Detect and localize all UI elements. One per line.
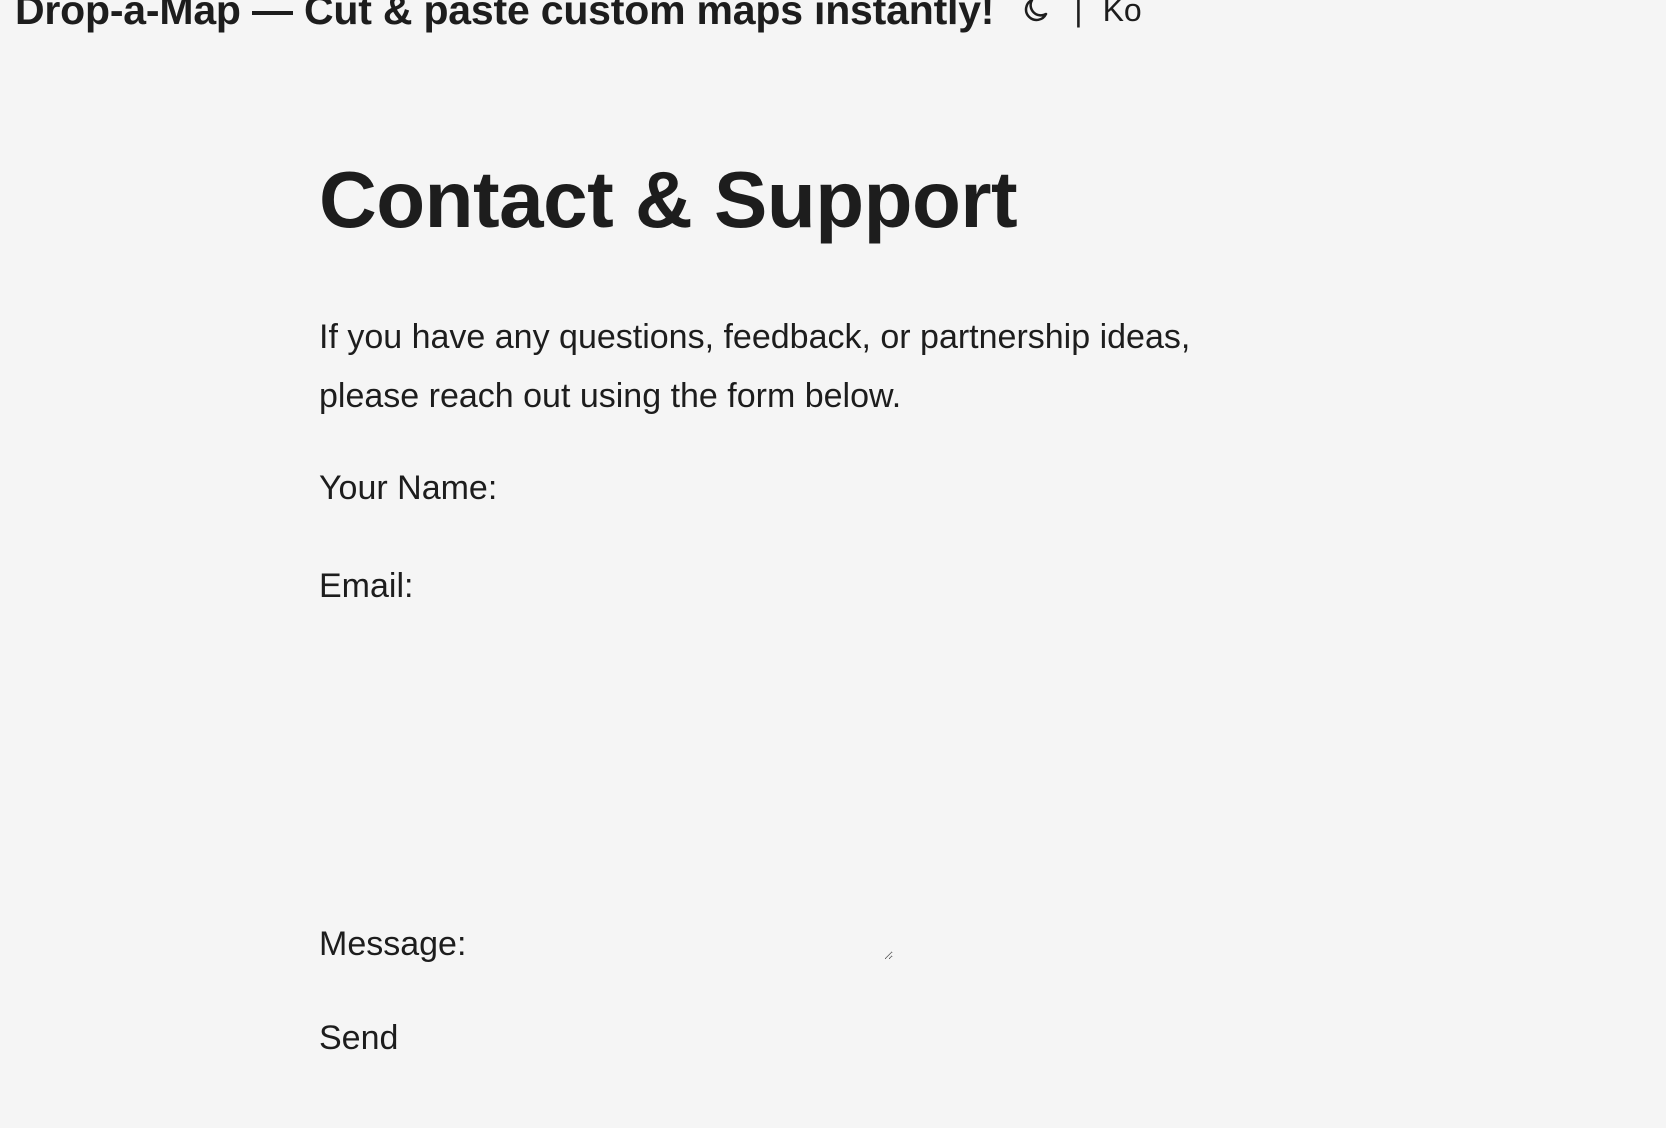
send-button[interactable]: Send — [319, 1019, 398, 1058]
contact-main: Contact & Support If you have any questi… — [319, 160, 1299, 1058]
theme-toggle-button[interactable] — [1018, 0, 1054, 28]
message-row: Message: — [319, 646, 1299, 964]
message-textarea[interactable] — [479, 646, 893, 960]
site-header: Drop-a-Map — Cut & paste custom maps ins… — [15, 0, 1142, 40]
email-field[interactable]: Email: — [319, 566, 1299, 606]
moon-icon — [1025, 0, 1048, 22]
message-label: Message: — [319, 925, 467, 963]
intro-text: If you have any questions, feedback, or … — [319, 318, 1191, 415]
contact-form: Your Name: Email: Message: Send — [319, 468, 1299, 1058]
header-divider: | — [1074, 0, 1083, 28]
name-label: Your Name: — [319, 469, 498, 507]
page-title: Contact & Support — [319, 155, 1018, 244]
site-title[interactable]: Drop-a-Map — Cut & paste custom maps ins… — [15, 0, 994, 34]
language-switch-link[interactable]: Ko — [1103, 0, 1142, 29]
name-field[interactable]: Your Name: — [319, 468, 1299, 508]
email-label: Email: — [319, 567, 414, 605]
